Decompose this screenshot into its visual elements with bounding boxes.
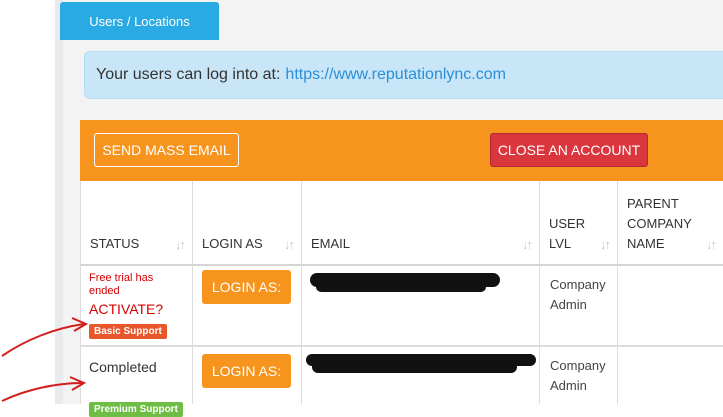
email-cell	[301, 347, 539, 404]
header-parent-label: PARENT COMPANY NAME	[627, 194, 692, 254]
basic-support-badge: Basic Support	[89, 324, 167, 339]
header-user-lvl-line1: USER	[549, 216, 586, 231]
header-parent-company[interactable]: PARENT COMPANY NAME ↓↑	[617, 181, 723, 266]
sort-icon[interactable]: ↓↑	[284, 237, 295, 252]
parent-company-cell	[617, 347, 723, 404]
header-status[interactable]: STATUS ↓↑	[80, 181, 192, 266]
table-row: Free trial has ended ACTIVATE? Basic Sup…	[80, 266, 723, 347]
close-account-button[interactable]: CLOSE AN ACCOUNT	[490, 133, 648, 167]
sort-icon[interactable]: ↓↑	[522, 237, 533, 252]
sort-icon[interactable]: ↓↑	[706, 237, 717, 252]
redaction-mark	[312, 361, 517, 373]
header-parent-line1: PARENT	[627, 196, 679, 211]
header-email[interactable]: EMAIL ↓↑	[301, 181, 539, 266]
login-as-button[interactable]: LOGIN AS:	[202, 354, 291, 388]
user-level-line1: Company	[550, 277, 606, 292]
user-level-text: Company Admin	[550, 356, 606, 396]
user-level-line1: Company	[550, 358, 606, 373]
user-lvl-cell: Company Admin	[539, 347, 617, 404]
actions-bar: SEND MASS EMAIL CLOSE AN ACCOUNT	[80, 120, 723, 181]
sort-icon[interactable]: ↓↑	[175, 237, 186, 252]
login-cell: LOGIN AS:	[192, 266, 301, 347]
send-mass-email-label: SEND MASS EMAIL	[102, 142, 231, 158]
trial-line2: ended	[89, 285, 120, 297]
premium-support-badge: Premium Support	[89, 402, 183, 417]
header-parent-line2: COMPANY	[627, 216, 692, 231]
email-cell	[301, 266, 539, 347]
header-login-label: LOGIN AS	[202, 236, 263, 251]
trial-ended-text: Free trial has ended	[89, 272, 153, 298]
left-gutter	[0, 0, 55, 404]
user-level-line2: Admin	[550, 378, 587, 393]
header-status-label: STATUS	[90, 236, 140, 251]
header-email-label: EMAIL	[311, 236, 351, 251]
status-cell: Free trial has ended ACTIVATE? Basic Sup…	[80, 266, 192, 347]
tab-users-locations[interactable]: Users / Locations	[60, 2, 219, 40]
trial-line1: Free trial has	[89, 272, 154, 284]
header-login-as[interactable]: LOGIN AS ↓↑	[192, 181, 301, 266]
users-panel: SEND MASS EMAIL CLOSE AN ACCOUNT STATUS …	[80, 120, 723, 417]
header-parent-line3: NAME	[627, 236, 665, 251]
sidebar-edge	[55, 0, 63, 404]
login-cell: LOGIN AS:	[192, 347, 301, 404]
close-account-label: CLOSE AN ACCOUNT	[497, 142, 641, 158]
tab-label: Users / Locations	[89, 13, 190, 29]
user-level-line2: Admin	[550, 297, 587, 312]
notice-text: Your users can log into at:	[96, 66, 281, 83]
login-as-button[interactable]: LOGIN AS:	[202, 270, 291, 304]
status-completed: Completed	[89, 359, 157, 375]
login-as-label: LOGIN AS:	[211, 279, 282, 295]
login-url-link[interactable]: https://www.reputationlync.com	[285, 66, 506, 84]
login-url-notice: Your users can log into at: https://www.…	[84, 51, 723, 99]
header-user-lvl[interactable]: USER LVL ↓↑	[539, 181, 617, 266]
header-user-lvl-line2: LVL	[549, 236, 572, 251]
activate-link[interactable]: ACTIVATE?	[89, 301, 163, 317]
header-user-lvl-label: USER LVL	[549, 214, 585, 254]
send-mass-email-button[interactable]: SEND MASS EMAIL	[94, 133, 239, 167]
table-row: Completed Premium Support LOGIN AS: Comp…	[80, 347, 723, 417]
status-cell: Completed Premium Support	[80, 347, 192, 417]
redaction-mark	[316, 282, 486, 292]
user-level-text: Company Admin	[550, 275, 606, 315]
user-lvl-cell: Company Admin	[539, 266, 617, 347]
login-as-label: LOGIN AS:	[211, 363, 282, 379]
sort-icon[interactable]: ↓↑	[600, 237, 611, 252]
parent-company-cell	[617, 266, 723, 347]
